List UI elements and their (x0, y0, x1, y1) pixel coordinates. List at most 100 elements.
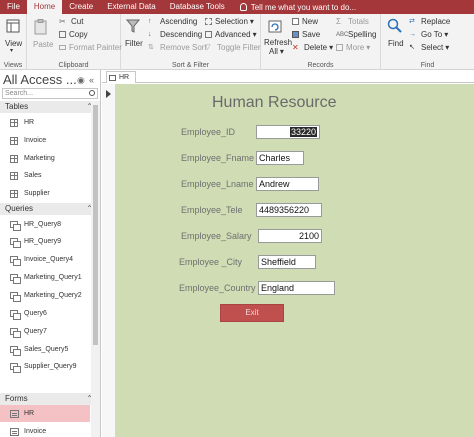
nav-table-supplier[interactable]: Supplier (0, 185, 90, 202)
nav-search-placeholder: Search... (5, 90, 34, 97)
paintbrush-icon (59, 45, 66, 50)
copy-icon (59, 31, 66, 38)
nav-table-sales[interactable]: Sales (0, 167, 90, 184)
nav-menu-icon[interactable]: ◉ (77, 75, 85, 86)
scissors-icon: ✂ (59, 16, 66, 26)
query-icon (10, 237, 21, 248)
goto-button[interactable]: → Go To ▾ (409, 30, 448, 39)
advanced-button[interactable]: Advanced ▾ (205, 30, 257, 39)
nav-query-item[interactable]: HR_Query9 (0, 233, 90, 250)
toggle-filter-button[interactable]: ▽ Toggle Filter (205, 43, 261, 52)
paste-icon (34, 19, 47, 35)
new-record-icon (292, 18, 299, 25)
ascending-button[interactable]: ↑ Ascending (148, 17, 197, 26)
query-icon (10, 273, 21, 284)
clipboard-group-label: Clipboard (58, 62, 89, 69)
nav-query-item[interactable]: Sales_Query5 (0, 341, 90, 358)
format-painter-button[interactable]: Format Painter (59, 43, 122, 52)
refresh-icon (268, 20, 282, 33)
section-tables[interactable]: Tables ⌃ (0, 101, 100, 113)
sort-descending-icon: ↓ (148, 30, 152, 38)
remove-sort-icon: ⇅ (148, 43, 154, 51)
field-employee-id[interactable]: 33220 (256, 125, 320, 139)
goto-icon: → (409, 30, 416, 38)
remove-sort-button[interactable]: ⇅ Remove Sort (148, 43, 207, 52)
spelling-button[interactable]: ABC Spelling (336, 30, 376, 39)
selection-icon (205, 18, 212, 25)
find-button[interactable]: Find (388, 39, 404, 48)
section-queries[interactable]: Queries ⌃ (0, 203, 100, 215)
more-button[interactable]: More ▾ (336, 43, 370, 52)
nav-query-item[interactable]: Marketing_Query2 (0, 287, 90, 304)
delete-record-button[interactable]: ✕ Delete ▾ (292, 43, 333, 52)
nav-search-input[interactable]: Search... (2, 88, 98, 99)
document-tab-hr[interactable]: HR (106, 71, 136, 83)
nav-title[interactable]: All Access ... (3, 72, 77, 87)
field-employee-lname[interactable]: Andrew (256, 177, 319, 191)
section-forms-label: Forms (5, 394, 28, 403)
hr-form: Human Resource Employee_ID 33220 Employe… (116, 84, 474, 437)
descending-button[interactable]: ↓ Descending (148, 30, 202, 39)
nav-query-item[interactable]: Invoice_Query4 (0, 251, 90, 268)
save-record-button[interactable]: Save (292, 30, 320, 39)
find-group: Find ⇄ Replace → Go To ▾ ↖ Select ▾ Find (381, 14, 474, 70)
table-icon (10, 189, 18, 198)
advanced-filter-icon (205, 31, 212, 38)
nav-collapse-icon[interactable]: « (89, 75, 94, 85)
nav-query-item[interactable]: Query7 (0, 323, 90, 340)
new-record-button[interactable]: New (292, 17, 318, 26)
nav-scrollbar-thumb[interactable] (93, 105, 98, 345)
field-employee-city[interactable]: Sheffield (258, 255, 316, 269)
exit-button[interactable]: Exit (220, 304, 284, 322)
label-employee-salary: Employee_Salary (181, 231, 252, 241)
paste-button[interactable]: Paste (33, 40, 53, 49)
save-icon (292, 31, 299, 38)
sigma-icon: Σ (336, 16, 341, 26)
nav-form-invoice[interactable]: Invoice (0, 423, 90, 437)
tab-home[interactable]: Home (26, 0, 63, 14)
cut-button[interactable]: ✂ Cut (59, 17, 83, 26)
tell-me-text: Tell me what you want to do... (250, 2, 357, 12)
tell-me-box[interactable]: Tell me what you want to do... (239, 2, 357, 12)
nav-query-item[interactable]: HR_Query8 (0, 216, 90, 233)
tab-database-tools[interactable]: Database Tools (163, 0, 232, 14)
search-icon (89, 90, 95, 96)
refresh-button[interactable]: Refresh (264, 38, 292, 47)
nav-form-hr[interactable]: HR (0, 405, 90, 422)
filter-button[interactable]: Filter (125, 39, 143, 48)
field-employee-fname[interactable]: Charles (256, 151, 304, 165)
document-tab-label: HR (119, 74, 130, 81)
table-icon (10, 118, 18, 127)
nav-query-item[interactable]: Query6 (0, 305, 90, 322)
field-employee-salary[interactable]: 2100 (258, 229, 322, 243)
find-group-label: Find (420, 62, 435, 69)
field-employee-id-value: 33220 (289, 127, 317, 137)
totals-button[interactable]: Σ Totals (336, 17, 369, 26)
view-button[interactable]: View (5, 39, 22, 48)
copy-button[interactable]: Copy (59, 30, 88, 39)
nav-table-hr[interactable]: HR (0, 114, 90, 131)
table-icon (10, 136, 18, 145)
tab-file[interactable]: File (0, 0, 27, 14)
field-employee-country[interactable]: England (258, 281, 335, 295)
view-dropdown-icon[interactable]: ▾ (10, 47, 13, 54)
tab-external-data[interactable]: External Data (100, 0, 162, 14)
select-button[interactable]: ↖ Select ▾ (409, 43, 449, 52)
refresh-all-button[interactable]: All ▾ (269, 47, 284, 56)
nav-table-invoice[interactable]: Invoice (0, 132, 90, 149)
nav-query-item[interactable]: Supplier_Query9 (0, 358, 90, 375)
field-employee-tele[interactable]: 4489356220 (256, 203, 322, 217)
section-forms[interactable]: Forms ⌃ (0, 393, 100, 405)
nav-scrollbar[interactable] (91, 101, 100, 437)
menu-bar: File Home Create External Data Database … (0, 0, 474, 14)
label-employee-fname: Employee_Fname (181, 153, 255, 163)
records-group: Refresh All ▾ New Save ✕ Delete ▾ Σ Totals A… (261, 14, 381, 70)
record-selector[interactable] (102, 84, 116, 437)
nav-query-item[interactable]: Marketing_Query1 (0, 269, 90, 286)
select-icon: ↖ (409, 43, 415, 51)
replace-button[interactable]: ⇄ Replace (409, 17, 450, 26)
tab-create[interactable]: Create (62, 0, 100, 14)
selection-button[interactable]: Selection ▾ (205, 17, 254, 26)
nav-table-marketing[interactable]: Marketing (0, 150, 90, 167)
replace-icon: ⇄ (409, 17, 415, 25)
